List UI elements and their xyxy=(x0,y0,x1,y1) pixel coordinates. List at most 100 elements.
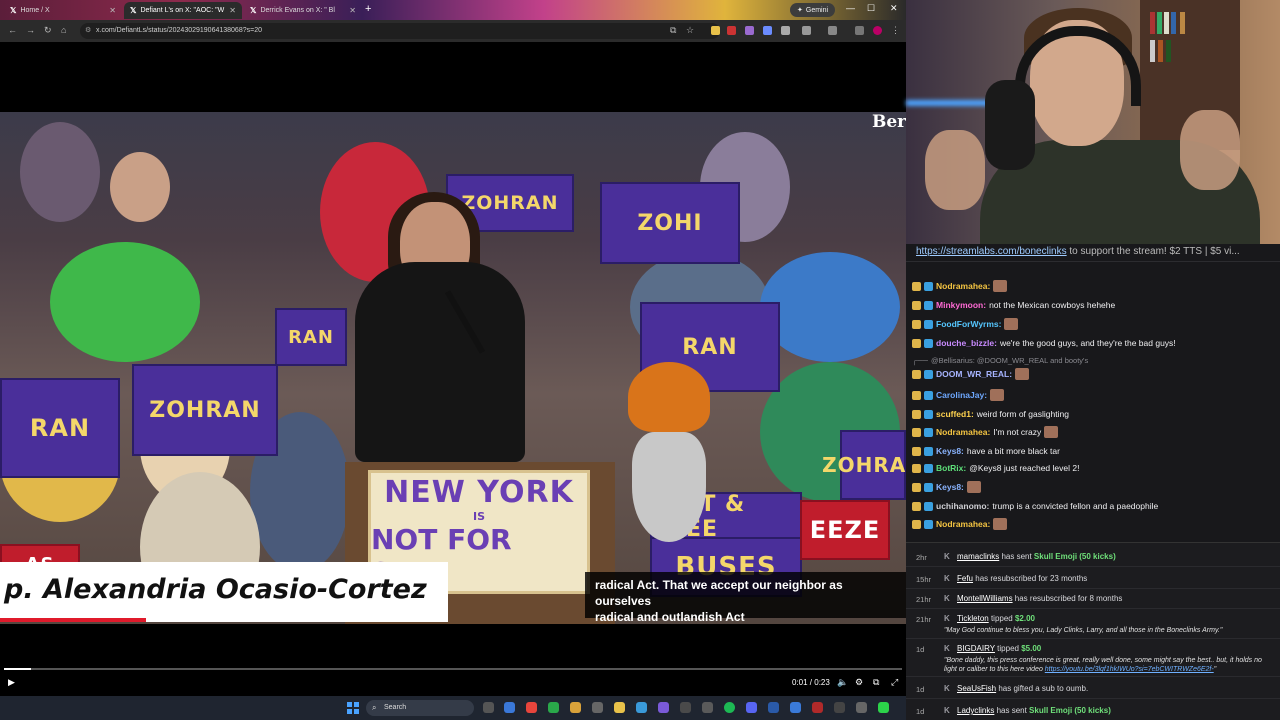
app-icon[interactable] xyxy=(592,702,603,713)
extension-icon[interactable] xyxy=(745,26,754,35)
chat-username[interactable]: Minkymoon: xyxy=(936,300,986,310)
url-input[interactable]: ⚙ x.com/DefiantLs/status/202430291906413… xyxy=(80,23,720,39)
gemini-label: Gemini xyxy=(805,6,829,14)
app-icon[interactable] xyxy=(570,702,581,713)
back-icon[interactable]: ← xyxy=(8,25,17,35)
app-icon[interactable] xyxy=(658,702,669,713)
chat-text: weird form of gaslighting xyxy=(976,409,1069,419)
event-username[interactable]: SeaUsFish xyxy=(957,684,996,693)
chat-badge-icon xyxy=(924,482,933,492)
chat-username[interactable]: Nodramahea: xyxy=(936,281,990,291)
minimize-icon[interactable]: — xyxy=(846,3,855,13)
app-icon[interactable] xyxy=(768,702,779,713)
app-icon[interactable] xyxy=(812,702,823,713)
chat-message: BotRix: @Keys8 just reached level 2! xyxy=(912,460,1278,476)
downloads-icon[interactable] xyxy=(855,26,864,35)
reload-icon[interactable]: ↻ xyxy=(44,25,52,36)
chat-badge-icon xyxy=(924,338,933,348)
app-icon[interactable] xyxy=(856,702,867,713)
play-icon[interactable]: ▶ xyxy=(8,677,15,688)
tab-home[interactable]: 𝕏 Home / X ✕ xyxy=(4,2,122,19)
fullscreen-icon[interactable]: ⤢ xyxy=(891,677,898,688)
window-close-icon[interactable]: ✕ xyxy=(890,3,898,14)
extension-icon[interactable] xyxy=(763,26,772,35)
maximize-icon[interactable]: ☐ xyxy=(867,3,875,14)
event-line: MontellWilliams has resubscribed for 8 m… xyxy=(957,594,1122,603)
chat-username[interactable]: BotRix: xyxy=(936,463,966,473)
extension-icon[interactable] xyxy=(781,26,790,35)
event-link[interactable]: https://youtu.be/3lqf1hkIWUo?si=7ebCWITR… xyxy=(1045,666,1214,673)
settings-gear-icon[interactable]: ⚙ xyxy=(855,677,863,688)
taskview-icon[interactable] xyxy=(483,702,494,713)
menu-kebab-icon[interactable]: ⋮ xyxy=(891,25,900,36)
lower-third-name: p. Alexandria Ocasio-Cortez xyxy=(4,574,427,605)
home-icon[interactable]: ⌂ xyxy=(61,25,66,35)
file-explorer-icon[interactable] xyxy=(614,702,625,713)
puzzle-icon[interactable] xyxy=(802,26,811,35)
edge-icon[interactable] xyxy=(504,702,515,713)
chat-username[interactable]: Keys8: xyxy=(936,482,964,492)
volume-icon[interactable]: 🔈 xyxy=(837,677,848,688)
chat-username[interactable]: douche_bizzle: xyxy=(936,338,997,348)
person xyxy=(632,432,706,542)
app-icon[interactable] xyxy=(790,702,801,713)
app-icon[interactable] xyxy=(702,702,713,713)
event-row: 21hr K MontellWilliams has resubscribed fo… xyxy=(906,589,1280,609)
app-icon[interactable] xyxy=(834,702,845,713)
chat-badge-icon xyxy=(912,300,921,310)
site-info-icon[interactable]: ⚙ xyxy=(85,23,91,39)
spotify-icon[interactable] xyxy=(724,702,735,713)
event-line: BIGDAIRY tipped $5.00 xyxy=(957,644,1041,653)
chat-badge-icon xyxy=(912,281,921,291)
pip-icon[interactable]: ⧉ xyxy=(873,677,879,688)
tab-derrick[interactable]: 𝕏 Derrick Evans on X: " Bl ✕ xyxy=(244,2,362,19)
chat-username[interactable]: Keys8: xyxy=(936,446,964,456)
chat-username[interactable]: uchihanomo: xyxy=(936,501,989,511)
pinned-link[interactable]: https://streamlabs.com/boneclinks xyxy=(916,246,1067,257)
close-icon[interactable]: ✕ xyxy=(109,6,116,15)
windows-start-icon[interactable] xyxy=(347,702,359,714)
event-username[interactable]: BIGDAIRY xyxy=(957,644,995,653)
chat-username[interactable]: scuffed1: xyxy=(936,409,974,419)
chat-badge-icon xyxy=(912,482,921,492)
close-icon[interactable]: ✕ xyxy=(229,6,236,15)
video-player[interactable]: ZOHRAN ZOHI RAN ZOHRAN RAN RAN FAST & FR… xyxy=(0,42,906,696)
sidepanel-icon[interactable] xyxy=(828,26,837,35)
taskbar-search[interactable]: ⌕ Search xyxy=(366,700,474,716)
app-icon[interactable] xyxy=(548,702,559,713)
discord-icon[interactable] xyxy=(746,702,757,713)
forward-icon[interactable]: → xyxy=(26,25,35,35)
app-icon[interactable] xyxy=(878,702,889,713)
event-username[interactable]: Tickleton xyxy=(957,614,989,623)
event-line: SeaUsFish has gifted a sub to oumb. xyxy=(957,684,1088,693)
video-progress-bar[interactable] xyxy=(4,668,902,670)
chat-username[interactable]: FoodForWyrms: xyxy=(936,319,1001,329)
event-username[interactable]: Fefu xyxy=(957,574,973,583)
cast-icon[interactable]: ⧉ xyxy=(670,25,676,36)
extension-icon[interactable] xyxy=(727,26,736,35)
chat-text: I'm not crazy xyxy=(993,427,1042,437)
extension-icon[interactable] xyxy=(711,26,720,35)
new-tab-icon[interactable]: + xyxy=(365,3,371,15)
event-username[interactable]: mamaclinks xyxy=(957,552,999,561)
chat-badge-icon xyxy=(912,369,921,379)
chat-username[interactable]: Nodramahea: xyxy=(936,519,990,529)
chat-username[interactable]: CarolinaJay: xyxy=(936,390,987,400)
campaign-sign: ZOHRAN xyxy=(822,430,906,500)
app-icon[interactable] xyxy=(680,702,691,713)
event-username[interactable]: MontellWilliams xyxy=(957,594,1013,603)
chrome-icon[interactable] xyxy=(526,702,537,713)
event-row: 15hr K Fefu has resubscribed for 23 months xyxy=(906,569,1280,589)
bookmark-star-icon[interactable]: ☆ xyxy=(686,25,694,36)
chat-username[interactable]: Nodramahea: xyxy=(936,427,990,437)
chat-username[interactable]: DOOM_WR_REAL: xyxy=(936,369,1012,379)
gemini-button[interactable]: ✦ Gemini xyxy=(790,3,836,17)
app-icon[interactable] xyxy=(636,702,647,713)
corner-brand: Ber xyxy=(872,112,906,132)
video-caption: radical Act. That we accept our neighbor… xyxy=(585,572,906,624)
event-text: tipped xyxy=(988,614,1015,623)
tab-defiant[interactable]: 𝕏 Defiant L's on X: "AOC: "W ✕ xyxy=(124,2,242,19)
close-icon[interactable]: ✕ xyxy=(349,6,356,15)
event-username[interactable]: Ladyclinks xyxy=(957,706,994,715)
profile-avatar[interactable] xyxy=(873,26,882,35)
